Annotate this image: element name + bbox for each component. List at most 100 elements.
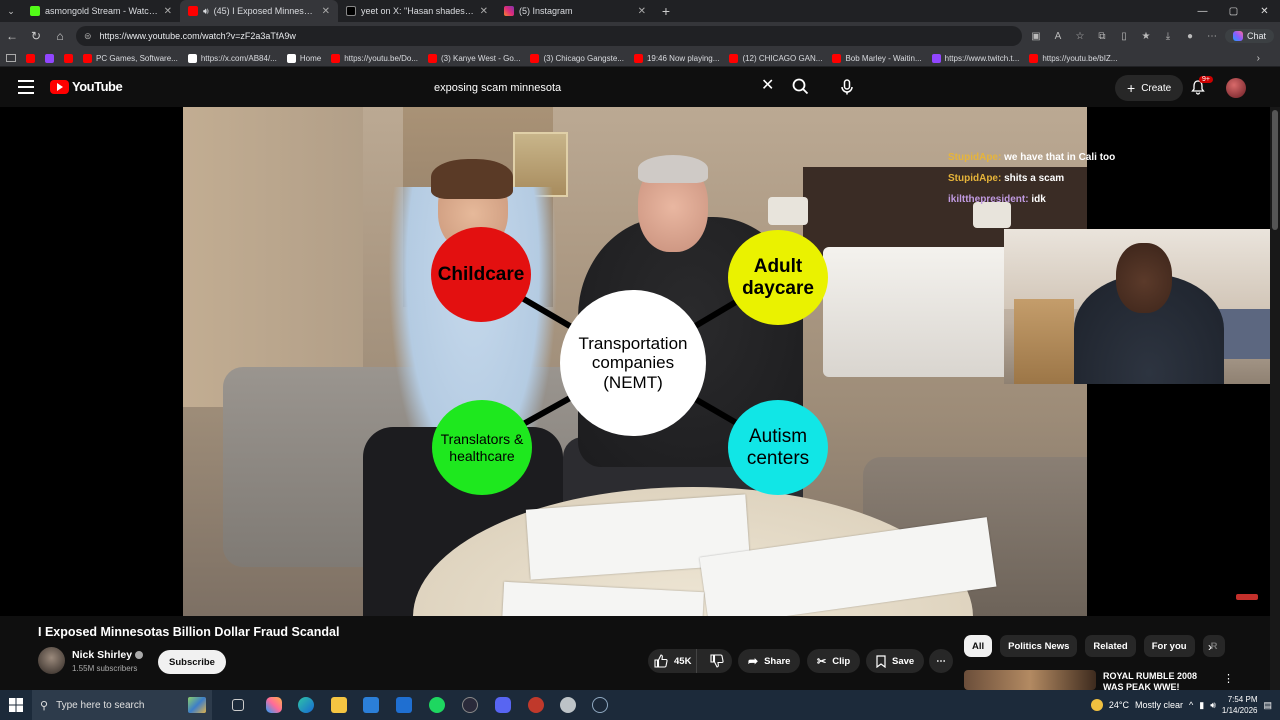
chip-all[interactable]: All	[964, 635, 993, 657]
store-icon[interactable]	[363, 697, 379, 713]
extensions-icon[interactable]: ⧉	[1093, 27, 1111, 45]
reload-icon[interactable]: ↻	[24, 24, 48, 48]
weather-desc[interactable]: Mostly clear	[1135, 700, 1183, 710]
close-tab-icon[interactable]: ✕	[480, 6, 488, 17]
chevron-right-icon[interactable]: ›	[1257, 53, 1260, 64]
chip-related[interactable]: Related	[1085, 635, 1136, 657]
bookmark-twitch[interactable]	[45, 53, 54, 63]
back-icon[interactable]: ←	[0, 24, 24, 48]
create-button[interactable]: + Create	[1115, 75, 1184, 101]
maximize-icon[interactable]: ▢	[1218, 0, 1249, 22]
bookmark-youtube-1[interactable]	[26, 53, 35, 63]
more-actions-icon[interactable]: ⋯	[929, 649, 953, 673]
bookmark-item[interactable]: https://youtu.be/bIZ...	[1029, 53, 1117, 63]
downloads-icon[interactable]: ⤓	[1159, 27, 1177, 45]
browser-tab-2[interactable]: 🔊︎ (45) I Exposed Minnesotas B ✕	[180, 0, 338, 22]
recommended-title[interactable]: ROYAL RUMBLE 2008 WAS PEAK WWE!	[1103, 671, 1203, 690]
profile-icon[interactable]: ●	[1181, 27, 1199, 45]
split-screen-icon[interactable]: ▯	[1115, 27, 1133, 45]
read-aloud-icon[interactable]: A	[1049, 27, 1067, 45]
weather-icon[interactable]	[1090, 699, 1103, 711]
close-window-icon[interactable]: ✕	[1249, 0, 1280, 22]
taskbar-search[interactable]: ⚲ Type here to search	[32, 690, 212, 720]
media-player-icon[interactable]	[462, 697, 478, 713]
channel-name[interactable]: Nick Shirley	[72, 649, 144, 661]
like-button[interactable]: 45K	[648, 649, 697, 673]
install-app-icon[interactable]: ▣	[1027, 27, 1045, 45]
favorites-icon[interactable]: ★	[1137, 27, 1155, 45]
search-query[interactable]: exposing scam minnesota	[434, 82, 561, 94]
site-info-icon[interactable]: ⊜	[84, 31, 92, 42]
search-input[interactable]: exposing scam minnesota	[424, 75, 786, 101]
hamburger-menu-icon[interactable]	[18, 80, 34, 94]
bookmark-item[interactable]: (3) Kanye West - Go...	[428, 53, 520, 63]
channel-name-text[interactable]: Nick Shirley	[72, 649, 132, 661]
scrollbar-thumb[interactable]	[1272, 110, 1278, 230]
account-avatar[interactable]	[1226, 78, 1246, 98]
app-icon[interactable]	[528, 697, 544, 713]
bookmark-item[interactable]: PC Games, Software...	[83, 53, 178, 63]
weather-temp[interactable]: 24°C	[1109, 700, 1129, 710]
subscribe-watermark-icon[interactable]	[1236, 594, 1258, 600]
volume-icon[interactable]: 🔊︎	[1210, 700, 1216, 711]
task-view-icon[interactable]	[232, 699, 244, 711]
chip-for-you[interactable]: For you	[1143, 635, 1195, 657]
recommended-thumbnail[interactable]	[964, 670, 1096, 690]
microphone-icon[interactable]	[838, 78, 856, 96]
recommended-more-icon[interactable]: ⋮	[1223, 672, 1234, 685]
favorite-star-icon[interactable]: ☆	[1071, 27, 1089, 45]
close-tab-icon[interactable]: ✕	[164, 6, 172, 17]
spotify-icon[interactable]	[429, 697, 445, 713]
tab-list-icon[interactable]: ⌄	[0, 0, 22, 22]
bookmark-item[interactable]: Home	[286, 53, 321, 63]
outlook-icon[interactable]	[396, 697, 412, 713]
menu-dots-icon[interactable]: ⋯	[1203, 27, 1221, 45]
bookmark-item[interactable]: 19:46 Now playing...	[633, 53, 719, 63]
file-explorer-icon[interactable]	[331, 697, 347, 713]
bookmark-item[interactable]: (12) CHICAGO GAN...	[729, 53, 822, 63]
chevron-right-icon[interactable]: ›	[1208, 640, 1212, 654]
new-tab-icon[interactable]: +	[654, 0, 678, 23]
home-icon[interactable]: ⌂	[48, 24, 72, 48]
youtube-logo[interactable]: YouTube	[50, 79, 123, 94]
channel-avatar[interactable]	[38, 647, 65, 674]
chip-politics-news[interactable]: Politics News	[1000, 635, 1078, 657]
url-text[interactable]: https://www.youtube.com/watch?v=zF2a3aTf…	[100, 31, 296, 41]
save-button[interactable]: Save	[866, 649, 925, 673]
address-bar[interactable]: ⊜ https://www.youtube.com/watch?v=zF2a3a…	[76, 26, 1022, 46]
clip-button[interactable]: ✂ Clip	[807, 649, 861, 673]
copilot-taskbar-icon[interactable]	[266, 697, 282, 713]
close-tab-icon[interactable]: ✕	[638, 6, 646, 17]
browser-tab-3[interactable]: yeet on X: "Hasan shades Adin Ro ✕	[338, 0, 496, 22]
chip-partial[interactable]: R	[1202, 635, 1225, 657]
notifications-icon[interactable]: ▤	[1263, 700, 1272, 711]
clear-search-icon[interactable]: ✕	[761, 78, 774, 94]
bookmark-item[interactable]: https://x.com/AB84/...	[187, 53, 277, 63]
apps-icon[interactable]	[6, 54, 16, 62]
browser-tab-4[interactable]: (5) Instagram ✕	[496, 0, 654, 22]
bookmark-item[interactable]: Bob Marley - Waitin...	[832, 53, 922, 63]
discord-icon[interactable]	[495, 697, 511, 713]
video-player[interactable]: Childcare Adult daycare Translators & he…	[0, 107, 1280, 616]
dislike-button[interactable]	[703, 649, 733, 673]
share-button[interactable]: ➦ Share	[738, 649, 801, 673]
windows-start-icon[interactable]	[0, 690, 32, 720]
clock[interactable]: 7:54 PM 1/14/2026	[1222, 694, 1258, 716]
network-icon[interactable]: ▮	[1199, 700, 1204, 711]
search-highlight-icon[interactable]	[188, 697, 206, 713]
browser-tab-1[interactable]: asmongold Stream - Watch Live o ✕	[22, 0, 180, 22]
close-tab-icon[interactable]: ✕	[322, 6, 330, 17]
taskbar-search-placeholder[interactable]: Type here to search	[56, 700, 144, 711]
copilot-chat-button[interactable]: Chat	[1224, 29, 1274, 43]
steam-icon[interactable]	[592, 697, 608, 713]
bookmark-item[interactable]: (3) Chicago Gangste...	[530, 53, 624, 63]
speaker-icon[interactable]: 🔊︎	[203, 6, 209, 17]
bookmark-item[interactable]: https://youtu.be/Do...	[331, 53, 418, 63]
subscribe-button[interactable]: Subscribe	[158, 650, 226, 674]
edge-browser-icon[interactable]	[298, 697, 314, 713]
bookmark-youtube-2[interactable]	[64, 53, 73, 63]
app-icon[interactable]	[560, 697, 576, 713]
minimize-icon[interactable]: —	[1187, 0, 1218, 22]
search-icon[interactable]	[790, 77, 812, 97]
tray-chevron-icon[interactable]: ^	[1189, 700, 1193, 710]
